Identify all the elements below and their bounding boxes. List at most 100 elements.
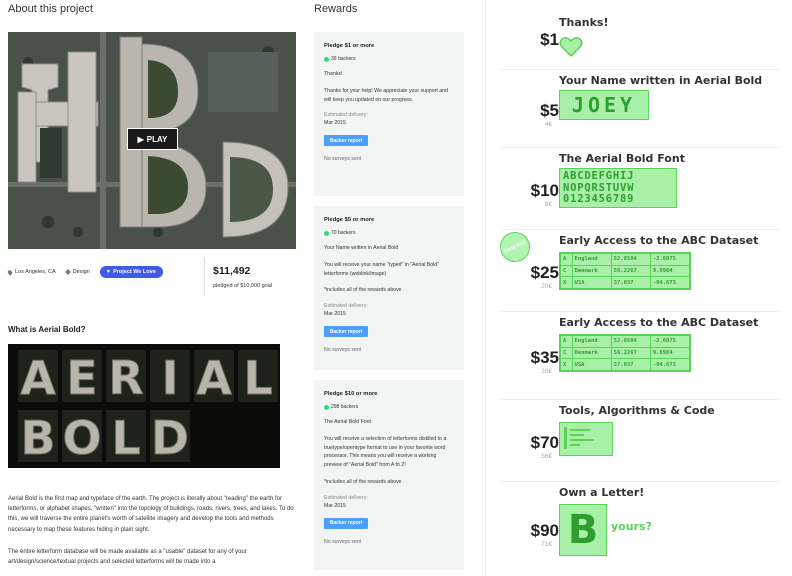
dataset-row: A England 52.8584 -2.6075 [560, 253, 691, 266]
reward-tier[interactable]: $25 20€ Early Access to the ABC Dataset A En… [486, 227, 792, 312]
estimated-delivery-label: Estimated delivery: [324, 494, 368, 501]
aerial-letter: D [151, 411, 189, 465]
name-sample-image: JOEY [559, 90, 649, 120]
estimated-delivery-date: Mar 2015 [324, 502, 346, 509]
tier-title: Early Access to the ABC Dataset [559, 316, 759, 329]
dataset-cell: X [560, 276, 573, 289]
estimated-delivery-date: Mar 2015 [324, 311, 346, 318]
category-link[interactable]: Design [64, 269, 90, 275]
dataset-cell: Denmark [571, 346, 612, 360]
rewards-title: Rewards [314, 3, 358, 15]
dataset-cell: X [560, 358, 573, 371]
surveys-status: No surveys sent [324, 538, 362, 545]
pledged-goal: pledged of $10,000 goal [213, 283, 273, 289]
tier-title: Thanks! [559, 16, 609, 29]
tag-icon [64, 269, 71, 275]
surveys-status: No surveys sent [324, 156, 362, 163]
dataset-row: A England 52.8584 -2.6075 [560, 335, 691, 348]
dataset-cell: 56.2267 [610, 346, 651, 360]
dataset-cell: 37.037 [610, 358, 651, 371]
reward-tier[interactable]: $35 28€ Early Access to the ABC Dataset A En… [486, 312, 792, 400]
reward-text: You will receive your name "typed" in "A… [324, 261, 440, 277]
tier-price: $35 [530, 348, 559, 367]
pledged-amount: $11,492 [213, 265, 251, 277]
backer-count: 70 backers [324, 230, 454, 236]
project-video[interactable]: ▶ PLAY [8, 32, 296, 249]
dataset-cell: 56.2267 [610, 264, 651, 278]
backers-dot-icon [324, 230, 329, 236]
dataset-cell: England [571, 253, 612, 266]
reward-text: *includes all of the rewards above [324, 478, 402, 485]
backer-count: 36 backers [324, 56, 454, 62]
code-preview-image [559, 422, 613, 456]
dataset-cell: USA [571, 358, 612, 371]
aerial-letter: E [66, 351, 97, 405]
reward-tiers-panel: $1 Thanks! $5 4€ Your Name written in Aerial… [485, 0, 792, 576]
font-row: 0123456789 [563, 193, 635, 205]
reward-text: Thanks! [324, 71, 343, 77]
reward-tier[interactable]: $1 Thanks! [486, 0, 792, 70]
reward-card[interactable]: Pledge $5 or more 70 backers Your Name wri… [314, 206, 464, 370]
estimated-delivery-date: Mar 2015 [324, 120, 346, 127]
reward-text: Your Name written in Aerial Bold [324, 245, 399, 251]
reward-text: You will receive a selection of letterfo… [324, 435, 447, 469]
project-meta: Los Angeles, CA Design ♥ Project We Love [6, 262, 204, 282]
heart-icon [559, 36, 583, 58]
reward-tier[interactable]: $10 8€ The Aerial Bold Font ABCDEFGHIJ NOPQR… [486, 148, 792, 230]
backers-label: 298 backers [331, 404, 359, 410]
name-sample: JOEY [571, 93, 637, 117]
tier-price: $25 [530, 263, 559, 282]
play-button[interactable]: ▶ PLAY [127, 128, 178, 150]
dataset-cell: -94.673 [649, 276, 691, 289]
aerial-letter: R [108, 351, 143, 405]
dataset-row: X USA 37.037 -94.673 [560, 276, 691, 289]
reward-tier[interactable]: $70 56€ Tools, Algorithms & Code [486, 400, 792, 482]
aerial-letter: I [161, 351, 178, 405]
heart-icon: ♥ [106, 269, 111, 275]
aerial-letter: A [20, 351, 56, 405]
dataset-cell: Denmark [571, 264, 612, 278]
reward-text: Thanks for your help! We appreciate your… [324, 87, 448, 103]
dataset-row: C Denmark 56.2267 9.8984 [560, 346, 691, 360]
tier-price: $70 [530, 433, 559, 452]
play-icon: ▶ [137, 134, 144, 144]
surveys-status: No surveys sent [324, 347, 362, 354]
location-pin-icon [6, 268, 14, 276]
dataset-table: A England 52.8584 -2.6075 C Denmark 56.2267 9.8… [560, 253, 691, 289]
dataset-cell: -2.6075 [649, 253, 691, 266]
tier-price: $1 [540, 30, 559, 49]
tier-price-eur: 8€ [544, 201, 552, 208]
rewards-column: Rewards Pledge $1 or more 36 backers Thank… [314, 0, 474, 576]
backers-dot-icon [324, 56, 329, 62]
aerial-letter: A [196, 351, 232, 405]
location-link[interactable]: Los Angeles, CA [6, 268, 56, 276]
dataset-cell: A [560, 253, 573, 266]
project-we-love-badge[interactable]: ♥ Project We Love [99, 266, 163, 278]
backer-report-button[interactable]: Backer report [324, 326, 368, 338]
backer-report-button[interactable]: Backer report [324, 135, 368, 147]
reward-card[interactable]: Pledge $10 or more 298 backers The Aerial … [314, 380, 464, 570]
project-column: About this project ▶ PLAY Los Angeles, C… [0, 0, 300, 576]
aerial-letter: O [62, 411, 101, 465]
section-heading: What is Aerial Bold? [8, 325, 86, 334]
tier-price-eur: 4€ [544, 121, 552, 128]
tier-price: $5 [540, 101, 559, 120]
dataset-cell: 52.8584 [610, 253, 651, 266]
backer-report-button[interactable]: Backer report [324, 517, 368, 529]
description-paragraph: The entire letterform database will be m… [8, 549, 247, 566]
aerial-letter: L [243, 351, 272, 405]
dataset-cell: C [560, 264, 573, 278]
reward-tier[interactable]: $5 4€ Your Name written in Aerial Bold JOEY [486, 70, 792, 148]
pledge-title: Pledge $1 or more [324, 43, 375, 49]
early-bird-badge: Early Bird [495, 227, 535, 267]
backer-count: 298 backers [324, 404, 454, 410]
dataset-cell: USA [571, 276, 612, 289]
tier-price-eur: 71€ [541, 541, 552, 548]
dataset-preview-image: A England 52.8584 -2.6075 C Denmark 56.2267 9.8… [559, 334, 691, 372]
reward-description: The Aerial Bold Font You will receive a s… [324, 418, 454, 487]
tier-title: Tools, Algorithms & Code [559, 404, 715, 417]
reward-tier[interactable]: $90 71€ Own a Letter! Byours? [486, 482, 792, 576]
reward-card[interactable]: Pledge $1 or more 36 backers Thanks! Thanks… [314, 32, 464, 196]
reward-text: *includes all of the rewards above [324, 287, 402, 294]
tier-price-eur: 56€ [541, 453, 552, 460]
